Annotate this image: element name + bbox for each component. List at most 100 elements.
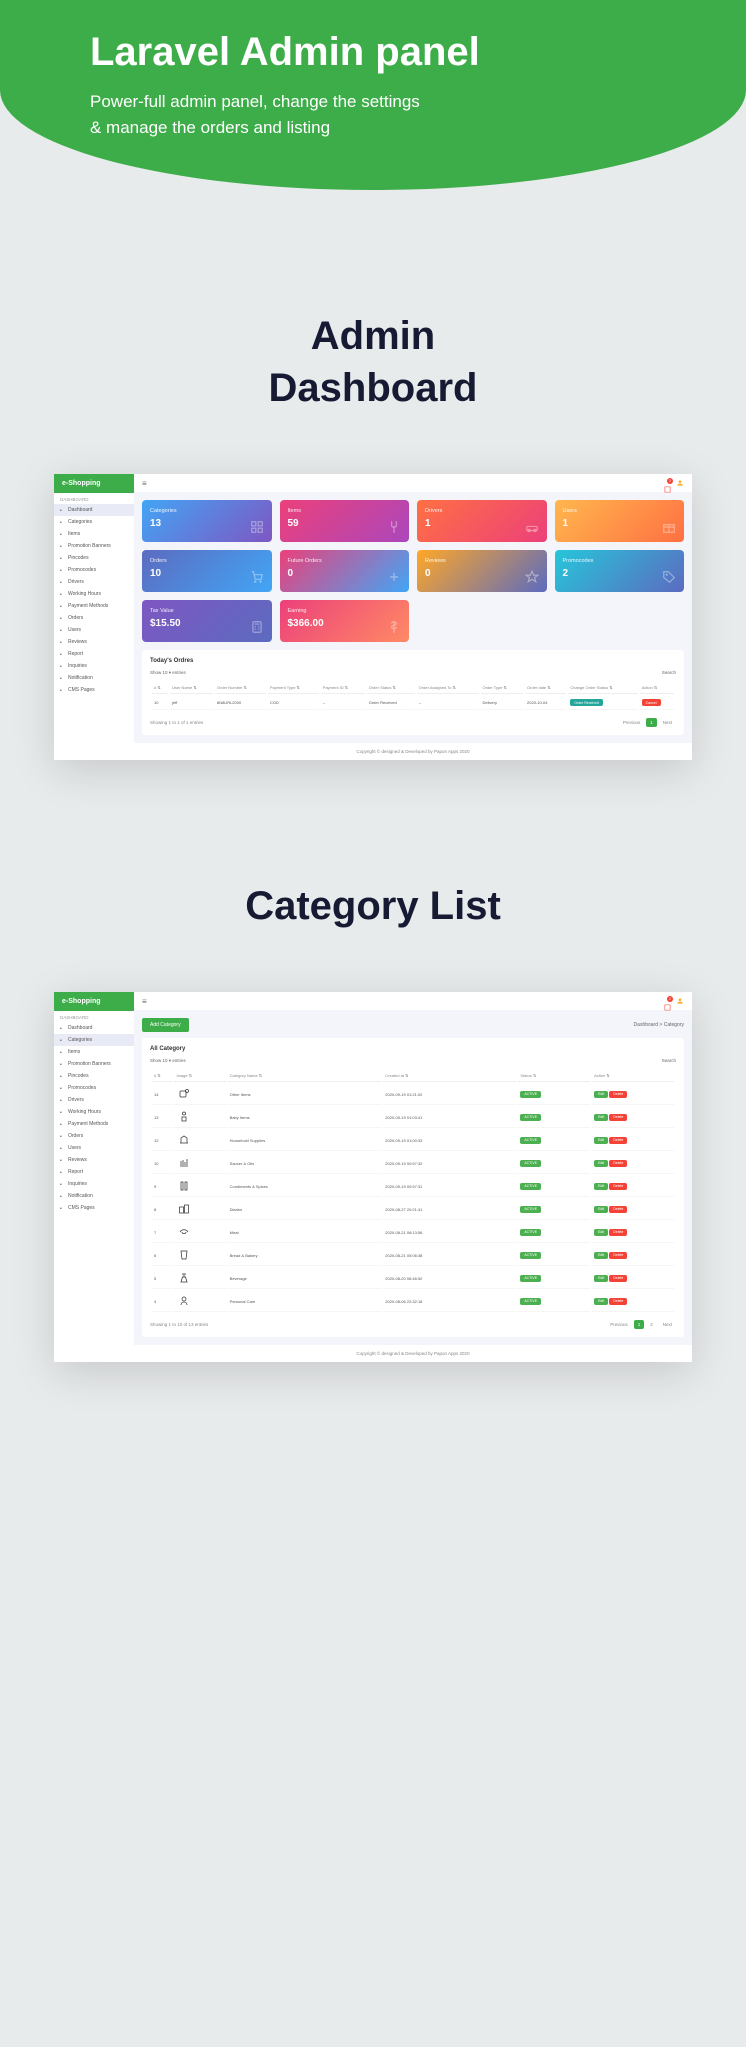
sidebar-item-pincodes[interactable]: •Pincodes: [54, 1070, 134, 1082]
sidebar-item-promotion-banners[interactable]: •Promotion Banners: [54, 1058, 134, 1070]
delete-button[interactable]: Delete: [609, 1206, 627, 1213]
edit-button[interactable]: Edit: [594, 1206, 608, 1213]
sidebar-item-notification[interactable]: •Notification: [54, 672, 134, 684]
sidebar-item-reviews[interactable]: •Reviews: [54, 1154, 134, 1166]
stat-card-orders[interactable]: Orders10: [142, 550, 272, 592]
notification-icon[interactable]: 2: [664, 998, 671, 1005]
edit-button[interactable]: Edit: [594, 1160, 608, 1167]
delete-button[interactable]: Delete: [609, 1229, 627, 1236]
table-header[interactable]: Order date ⇅: [525, 682, 566, 694]
prev-button[interactable]: Previous: [606, 1320, 632, 1329]
sidebar-item-reviews[interactable]: •Reviews: [54, 636, 134, 648]
edit-button[interactable]: Edit: [594, 1275, 608, 1282]
table-header[interactable]: Created at ⇅: [383, 1070, 516, 1082]
table-header[interactable]: Action ⇅: [640, 682, 674, 694]
sidebar-item-users[interactable]: •Users: [54, 624, 134, 636]
prev-button[interactable]: Previous: [619, 718, 645, 727]
next-button[interactable]: Next: [659, 1320, 676, 1329]
table-header[interactable]: # ⇅: [152, 1070, 172, 1082]
sidebar-item-pincodes[interactable]: •Pincodes: [54, 552, 134, 564]
delete-button[interactable]: Delete: [609, 1091, 627, 1098]
sidebar-item-promocodes[interactable]: •Promocodes: [54, 564, 134, 576]
sidebar-item-users[interactable]: •Users: [54, 1142, 134, 1154]
sidebar-item-orders[interactable]: •Orders: [54, 1130, 134, 1142]
sidebar-item-drivers[interactable]: •Drivers: [54, 1094, 134, 1106]
sidebar-item-report[interactable]: •Report: [54, 1166, 134, 1178]
sidebar-item-working-hours[interactable]: •Working Hours: [54, 588, 134, 600]
edit-button[interactable]: Edit: [594, 1183, 608, 1190]
table-header[interactable]: Order Number ⇅: [215, 682, 266, 694]
user-icon[interactable]: [676, 997, 684, 1005]
delete-button[interactable]: Delete: [609, 1137, 627, 1144]
sidebar-item-categories[interactable]: •Categories: [54, 1034, 134, 1046]
edit-button[interactable]: Edit: [594, 1298, 608, 1305]
sidebar-item-cms-pages[interactable]: •CMS Pages: [54, 1202, 134, 1214]
sidebar-item-dashboard[interactable]: •Dashboard: [54, 504, 134, 516]
sidebar-item-inquiries[interactable]: •Inquiries: [54, 1178, 134, 1190]
stat-card-reviews[interactable]: Reviews0: [417, 550, 547, 592]
table-header[interactable]: Status ⇅: [518, 1070, 590, 1082]
delete-button[interactable]: Delete: [609, 1183, 627, 1190]
table-header[interactable]: Order Status ⇅: [367, 682, 415, 694]
edit-button[interactable]: Edit: [594, 1137, 608, 1144]
sidebar-item-dashboard[interactable]: •Dashboard: [54, 1022, 134, 1034]
nav-icon: •: [60, 508, 65, 513]
page-1[interactable]: 1: [634, 1320, 645, 1329]
delete-button[interactable]: Delete: [609, 1252, 627, 1259]
sidebar-item-items[interactable]: •Items: [54, 1046, 134, 1058]
user-icon[interactable]: [676, 479, 684, 487]
sidebar-item-promocodes[interactable]: •Promocodes: [54, 1082, 134, 1094]
sidebar-item-report[interactable]: •Report: [54, 648, 134, 660]
sidebar-item-orders[interactable]: •Orders: [54, 612, 134, 624]
edit-button[interactable]: Edit: [594, 1114, 608, 1121]
sidebar-item-inquiries[interactable]: •Inquiries: [54, 660, 134, 672]
status-badge[interactable]: Order Received: [570, 699, 603, 706]
stat-card-tax-value[interactable]: Tax Value$15.50: [142, 600, 272, 642]
page-1[interactable]: 1: [646, 718, 657, 727]
delete-button[interactable]: Delete: [609, 1275, 627, 1282]
notification-icon[interactable]: 2: [664, 480, 671, 487]
hamburger-icon[interactable]: ≡: [142, 997, 147, 1006]
sidebar-item-payment-methods[interactable]: •Payment Methods: [54, 1118, 134, 1130]
sidebar-item-working-hours[interactable]: •Working Hours: [54, 1106, 134, 1118]
edit-button[interactable]: Edit: [594, 1229, 608, 1236]
sidebar-item-categories[interactable]: •Categories: [54, 516, 134, 528]
table-header[interactable]: Action ⇅: [592, 1070, 674, 1082]
table-header[interactable]: Order Type ⇅: [481, 682, 524, 694]
stat-card-drivers[interactable]: Drivers1: [417, 500, 547, 542]
table-header[interactable]: Payment Type ⇅: [268, 682, 319, 694]
edit-button[interactable]: Edit: [594, 1091, 608, 1098]
next-button[interactable]: Next: [659, 718, 676, 727]
delete-button[interactable]: Delete: [609, 1114, 627, 1121]
table-header[interactable]: User Name ⇅: [170, 682, 213, 694]
table-header[interactable]: Category Name ⇅: [228, 1070, 382, 1082]
table-header[interactable]: Payment ID ⇅: [321, 682, 365, 694]
delete-button[interactable]: Delete: [609, 1298, 627, 1305]
nav-icon: •: [60, 580, 65, 585]
sidebar-item-items[interactable]: •Items: [54, 528, 134, 540]
table-header[interactable]: Order Assigned To ⇅: [417, 682, 479, 694]
page-2[interactable]: 2: [646, 1320, 657, 1329]
sidebar-item-notification[interactable]: •Notification: [54, 1190, 134, 1202]
stat-card-earning[interactable]: Earning$366.00: [280, 600, 410, 642]
cancel-button[interactable]: Cancel: [642, 699, 661, 706]
category-icon: [176, 1225, 192, 1239]
nav-icon: •: [60, 1098, 65, 1103]
stat-card-items[interactable]: Items59: [280, 500, 410, 542]
sidebar-item-payment-methods[interactable]: •Payment Methods: [54, 600, 134, 612]
stat-card-categories[interactable]: Categories13: [142, 500, 272, 542]
stat-card-promocodes[interactable]: Promocodes2: [555, 550, 685, 592]
stat-card-users[interactable]: Users1: [555, 500, 685, 542]
table-header[interactable]: Change Order Status ⇅: [568, 682, 637, 694]
add-category-button[interactable]: Add Category: [142, 1018, 189, 1032]
table-header[interactable]: # ⇅: [152, 682, 168, 694]
sidebar-item-promotion-banners[interactable]: •Promotion Banners: [54, 540, 134, 552]
sidebar-item-cms-pages[interactable]: •CMS Pages: [54, 684, 134, 696]
hamburger-icon[interactable]: ≡: [142, 479, 147, 488]
edit-button[interactable]: Edit: [594, 1252, 608, 1259]
delete-button[interactable]: Delete: [609, 1160, 627, 1167]
table-header[interactable]: Image ⇅: [174, 1070, 225, 1082]
stat-card-future-orders[interactable]: Future Orders0: [280, 550, 410, 592]
status-badge: ACTIVE: [520, 1206, 541, 1213]
sidebar-item-drivers[interactable]: •Drivers: [54, 576, 134, 588]
